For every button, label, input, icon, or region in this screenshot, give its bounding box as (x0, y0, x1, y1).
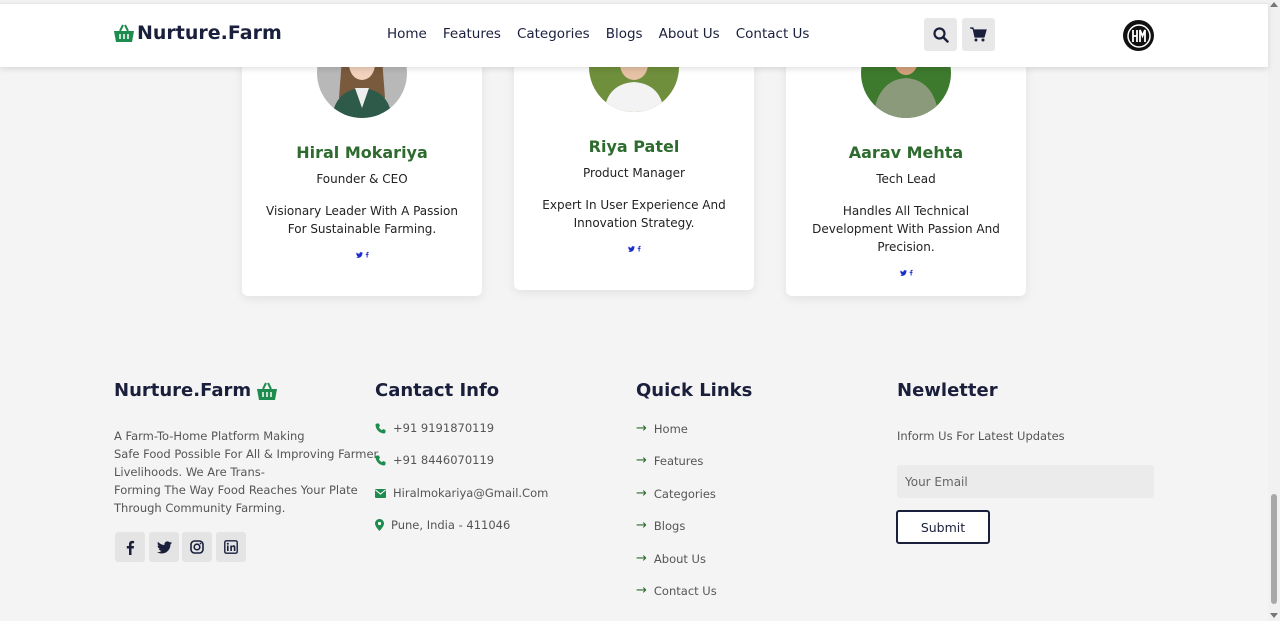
twitter-link[interactable] (149, 532, 179, 562)
arrow-right-icon: → (636, 453, 647, 468)
twitter-icon (156, 540, 172, 553)
quick-link-blogs[interactable]: → Blogs (636, 518, 685, 533)
footer-brand-name: Nurture.Farm (114, 380, 252, 401)
basket-icon (257, 382, 278, 400)
hm-logo-icon (1126, 23, 1151, 48)
nav-categories[interactable]: Categories (517, 26, 590, 42)
quick-link-categories[interactable]: → Categories (636, 486, 716, 501)
nav-home[interactable]: Home (387, 26, 427, 42)
cart-icon (970, 27, 987, 42)
facebook-link[interactable] (115, 532, 145, 562)
linkedin-link[interactable] (216, 532, 246, 562)
team-social-links[interactable] (786, 269, 1026, 279)
team-card: Hiral Mokariya Founder & CEO Visionary L… (242, 28, 482, 296)
team-member-name: Aarav Mehta (848, 143, 964, 162)
cart-button[interactable] (962, 18, 995, 51)
facebook-icon[interactable] (365, 251, 369, 258)
page-scrollbar[interactable] (1268, 0, 1280, 621)
instagram-link[interactable] (182, 532, 212, 562)
phone-icon (375, 423, 386, 433)
scroll-up-arrow-icon[interactable] (1270, 2, 1278, 7)
envelope-icon (375, 488, 386, 498)
quick-link-features[interactable]: → Features (636, 453, 703, 468)
quick-link-home[interactable]: → Home (636, 421, 688, 436)
top-navbar: Nurture.Farm Home Features Categories Bl… (0, 3, 1268, 67)
twitter-icon[interactable] (627, 246, 635, 252)
team-member-description: Handles All Technical Development With P… (812, 204, 1000, 254)
contact-email[interactable]: Hiralmokariya@Gmail.Com (375, 486, 548, 500)
arrow-right-icon: → (636, 486, 647, 501)
nav-about-us[interactable]: About Us (659, 26, 720, 42)
team-member-name: Riya Patel (588, 137, 680, 156)
arrow-right-icon: → (636, 518, 647, 533)
basket-icon (114, 24, 134, 42)
newsletter-text: Inform Us For Latest Updates (897, 429, 1065, 443)
team-member-description: Expert In User Experience And Innovation… (542, 198, 726, 230)
newsletter-heading: Newletter (897, 380, 998, 401)
quick-link-about-us[interactable]: → About Us (636, 551, 706, 566)
search-icon (932, 26, 949, 43)
team-member-role: Founder & CEO (316, 172, 408, 186)
nav-features[interactable]: Features (443, 26, 501, 42)
contact-heading: Cantact Info (375, 380, 500, 401)
submit-button[interactable]: Submit (896, 510, 990, 544)
email-input[interactable] (897, 465, 1154, 498)
phone-icon (375, 455, 386, 465)
arrow-right-icon: → (636, 583, 647, 598)
scrollbar-thumb[interactable] (1271, 494, 1277, 604)
nav-blogs[interactable]: Blogs (606, 26, 643, 42)
nav-contact-us[interactable]: Contact Us (736, 26, 810, 42)
facebook-icon[interactable] (637, 245, 641, 252)
team-social-links[interactable] (242, 251, 482, 261)
team-social-links[interactable] (514, 245, 754, 255)
arrow-right-icon: → (636, 551, 647, 566)
twitter-icon[interactable] (355, 252, 363, 258)
brand-logo[interactable]: Nurture.Farm (113, 22, 282, 44)
facebook-icon (126, 540, 135, 555)
team-card: Aarav Mehta Tech Lead Handles All Techni… (786, 28, 1026, 296)
team-member-description: Visionary Leader With A Passion For Sust… (266, 204, 458, 236)
team-card: Riya Patel Product Manager Expert In Use… (514, 22, 754, 290)
contact-phone-2[interactable]: +91 8446070119 (375, 453, 494, 467)
linkedin-icon (224, 540, 238, 554)
instagram-icon (190, 540, 204, 554)
scroll-down-arrow-icon[interactable] (1270, 613, 1278, 618)
facebook-icon[interactable] (909, 269, 913, 276)
team-member-name: Hiral Mokariya (296, 143, 428, 162)
quick-links-heading: Quick Links (636, 380, 753, 401)
brand-name: Nurture.Farm (137, 22, 282, 44)
footer-contact-column: Cantact Info (375, 380, 499, 401)
footer-newsletter-column: Newletter (897, 380, 998, 401)
arrow-right-icon: → (636, 421, 647, 436)
footer-about-text: A Farm-To-Home Platform Making Safe Food… (114, 429, 379, 515)
team-member-role: Product Manager (583, 166, 685, 180)
team-member-role: Tech Lead (876, 172, 936, 186)
location-pin-icon (375, 519, 384, 531)
search-button[interactable] (924, 18, 957, 51)
main-nav: Home Features Categories Blogs About Us … (387, 26, 825, 42)
twitter-icon[interactable] (899, 270, 907, 276)
contact-phone-1[interactable]: +91 9191870119 (375, 421, 494, 435)
footer-quick-links-column: Quick Links (636, 380, 752, 401)
quick-link-contact-us[interactable]: → Contact Us (636, 583, 717, 598)
contact-address: Pune, India - 411046 (375, 518, 510, 532)
footer-brand-column: Nurture.Farm (114, 380, 278, 401)
profile-avatar[interactable] (1123, 20, 1154, 51)
